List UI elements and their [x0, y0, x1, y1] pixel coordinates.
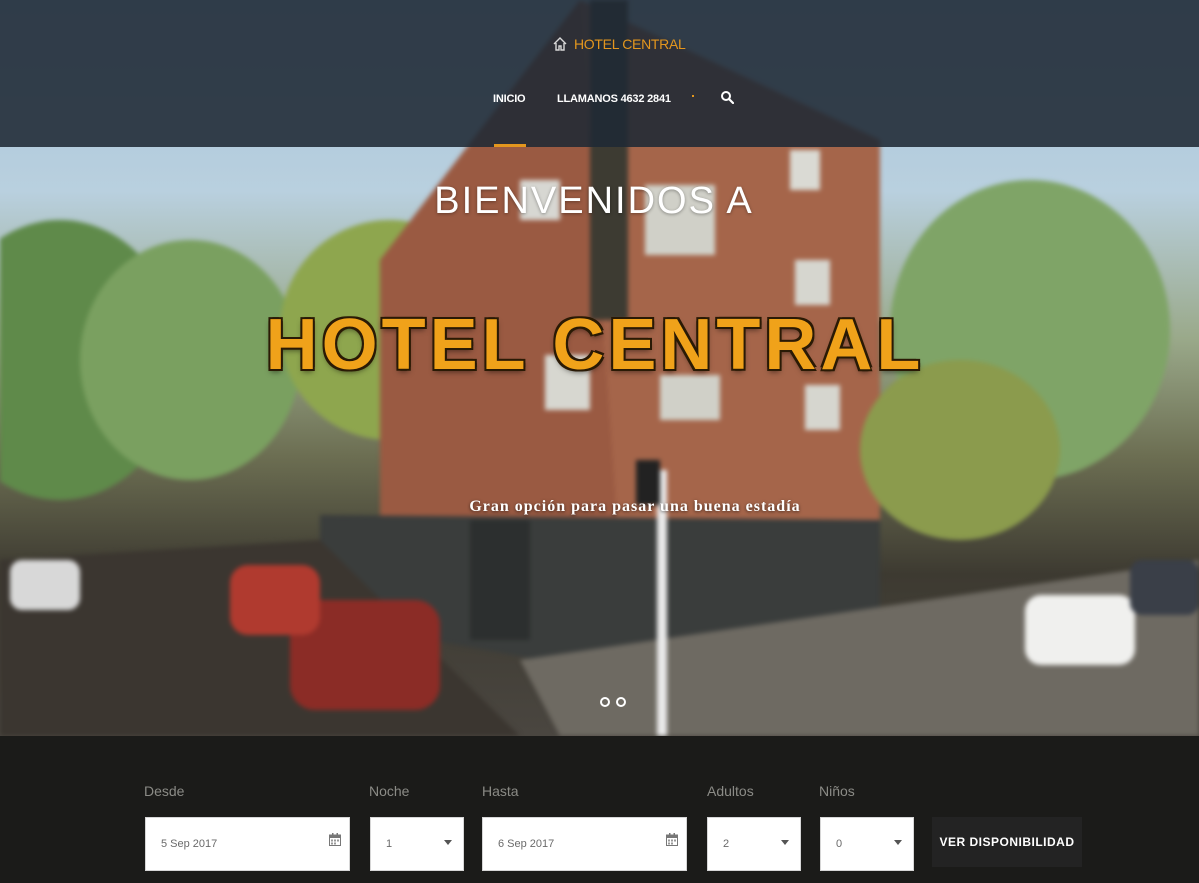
- noche-value: 1: [386, 838, 393, 850]
- chevron-down-icon: [444, 840, 452, 845]
- ninos-value: 0: [836, 838, 843, 850]
- slider-dot-2[interactable]: [616, 697, 626, 707]
- hero-banner: HOTEL CENTRAL INICIO LLAMANOS 4632 2841 …: [0, 0, 1199, 736]
- nav-active-indicator: [494, 144, 526, 147]
- site-header: HOTEL CENTRAL INICIO LLAMANOS 4632 2841: [0, 0, 1199, 147]
- site-logo[interactable]: HOTEL CENTRAL: [552, 34, 686, 54]
- ninos-select[interactable]: 0: [820, 817, 914, 871]
- desde-value: 5 Sep 2017: [161, 838, 218, 850]
- desde-date-field[interactable]: 5 Sep 2017: [145, 817, 350, 871]
- hasta-value: 6 Sep 2017: [498, 838, 555, 850]
- hasta-label: Hasta: [482, 783, 519, 799]
- nav-item-inicio[interactable]: INICIO: [493, 89, 526, 109]
- desde-label: Desde: [144, 783, 185, 799]
- noche-label: Noche: [369, 783, 410, 799]
- noche-select[interactable]: 1: [370, 817, 464, 871]
- slider-dot-1[interactable]: [600, 697, 610, 707]
- chevron-down-icon: [894, 840, 902, 845]
- nav-separator-dot: [692, 95, 694, 97]
- slider-pagination: [600, 697, 626, 707]
- main-nav: INICIO LLAMANOS 4632 2841: [0, 89, 1199, 109]
- home-icon: [553, 37, 567, 51]
- hero-title: HOTEL CENTRAL: [265, 305, 925, 385]
- chevron-down-icon: [781, 840, 789, 845]
- adultos-value: 2: [723, 838, 730, 850]
- hasta-date-field[interactable]: 6 Sep 2017: [482, 817, 687, 871]
- calendar-icon: [666, 833, 678, 846]
- search-icon[interactable]: [720, 90, 734, 104]
- logo-text: HOTEL CENTRAL: [574, 36, 686, 52]
- ninos-label: Niños: [819, 783, 855, 799]
- adultos-label: Adultos: [707, 783, 754, 799]
- hero-welcome: BIENVENIDOS A: [434, 180, 754, 222]
- adultos-select[interactable]: 2: [707, 817, 801, 871]
- nav-item-llamanos[interactable]: LLAMANOS 4632 2841: [557, 89, 671, 109]
- ver-disponibilidad-button[interactable]: VER DISPONIBILIDAD: [932, 817, 1082, 867]
- hero-tagline: Gran opción para pasar una buena estadía: [469, 498, 801, 515]
- booking-bar: Desde 5 Sep 2017 Noche 1 Hasta 6 Sep 201…: [0, 736, 1199, 883]
- calendar-icon: [329, 833, 341, 846]
